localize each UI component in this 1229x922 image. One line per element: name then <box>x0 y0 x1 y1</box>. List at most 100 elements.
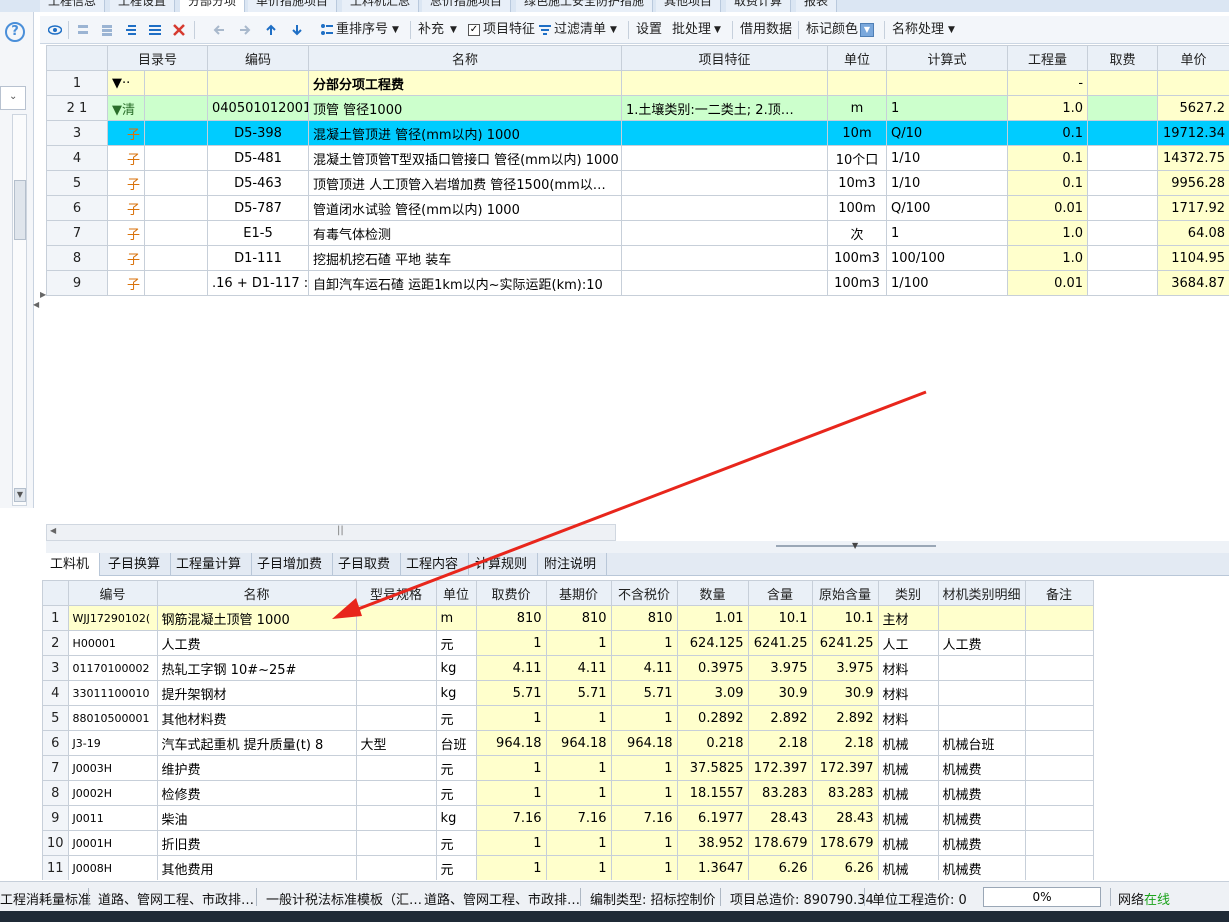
cell-name[interactable]: 热轧工字钢 10#~25# <box>156 655 357 681</box>
table-row[interactable]: 5 子 D5-463 顶管顶进 人工顶管入岩增加费 管径1500(mm以… 10… <box>46 170 1229 196</box>
chevron-down-icon[interactable]: ▼ <box>860 23 874 37</box>
cell-cat[interactable]: 材料 <box>877 680 939 706</box>
tab-other-items[interactable]: 其他项目 <box>656 0 722 12</box>
cell-detail[interactable]: 人工费 <box>937 630 1026 656</box>
tab-item-fee[interactable]: 子目取费 <box>328 553 402 576</box>
cell-base[interactable]: 1 <box>545 830 612 856</box>
cell-content[interactable]: 178.679 <box>747 830 813 856</box>
tree-node[interactable]: 子 <box>107 145 145 171</box>
tab-unit-measures[interactable]: 单价措施项目 <box>248 0 338 12</box>
cell-code[interactable]: WJJ17290102( <box>67 605 158 631</box>
cell-fee[interactable]: 1 <box>475 630 547 656</box>
cell-spec[interactable] <box>355 805 437 831</box>
chevron-down-icon[interactable]: ▼ <box>392 20 399 40</box>
cell-cat[interactable]: 机械 <box>877 730 939 756</box>
cell-name[interactable]: 折旧费 <box>156 830 357 856</box>
cell-notax[interactable]: 1 <box>610 705 678 731</box>
table-row-selected[interactable]: 3 子 D5-398 混凝土管顶进 管径(mm以内) 1000 10m Q/10… <box>46 120 1229 146</box>
tab-notes[interactable]: 附注说明 <box>534 553 608 576</box>
cell-fee[interactable]: 1 <box>475 855 547 880</box>
cell-cat[interactable]: 主材 <box>877 605 939 631</box>
cell-notax[interactable]: 1 <box>610 830 678 856</box>
chevron-down-icon[interactable]: ▼ <box>450 20 457 40</box>
tab-qty-calc[interactable]: 工程量计算 <box>166 553 253 576</box>
col-header-fee[interactable]: 取费 <box>1087 45 1159 71</box>
insert-sub-icon[interactable] <box>100 23 114 37</box>
cell-content[interactable]: 83.283 <box>747 780 813 806</box>
cell-content[interactable]: 172.397 <box>747 755 813 781</box>
tab-item-surcharge[interactable]: 子目增加费 <box>247 553 334 576</box>
cell-base[interactable]: 1 <box>545 855 612 880</box>
cell-content[interactable]: 6241.25 <box>747 630 813 656</box>
delete-icon[interactable] <box>172 23 186 37</box>
table-row[interactable]: 4 33011100010 提升架钢材 kg 5.71 5.71 5.71 3.09 30.9 3… <box>42 680 1094 706</box>
cell-base[interactable]: 1 <box>545 630 612 656</box>
cell-qty[interactable]: 3.09 <box>676 680 749 706</box>
tab-work-content[interactable]: 工程内容 <box>396 553 470 576</box>
cell-code[interactable]: J0003H <box>67 755 158 781</box>
cell-fee[interactable]: 1 <box>475 830 547 856</box>
borrow-data-button[interactable]: 借用数据 <box>740 20 792 40</box>
cell-note[interactable] <box>1024 830 1094 856</box>
table-row[interactable]: 9 J0011 柴油 kg 7.16 7.16 7.16 6.1977 28.43 28.43 机械… <box>42 805 1094 831</box>
list-icon[interactable] <box>148 23 162 37</box>
cell-base[interactable]: 810 <box>545 605 612 631</box>
cell-unit[interactable]: kg <box>435 680 477 706</box>
chevron-down-icon[interactable]: ▼ <box>610 20 617 40</box>
cell-code[interactable]: 33011100010 <box>67 680 158 706</box>
col-header-feature[interactable]: 项目特征 <box>621 45 829 71</box>
cell-code[interactable]: J0002H <box>67 780 158 806</box>
tree-node[interactable]: 子 <box>107 270 145 296</box>
tab-project-info[interactable]: 工程信息 <box>40 0 106 12</box>
table-row[interactable]: 4 子 D5-481 混凝土管顶管T型双插口管接口 管径(mm以内) 1000 … <box>46 145 1229 171</box>
table-row[interactable]: 8 子 D1-111 挖掘机挖石碴 平地 装车 100m3 100/100 1.… <box>46 245 1229 271</box>
reorder-button[interactable]: 重排序号 <box>336 20 388 40</box>
col-header-orig-content[interactable]: 原始含量 <box>811 580 879 606</box>
arrow-up-icon[interactable] <box>264 23 278 37</box>
cell-unit[interactable]: 元 <box>435 780 477 806</box>
cell-notax[interactable]: 964.18 <box>610 730 678 756</box>
table-row[interactable]: 10 J0001H 折旧费元 1 1 1 38.952 178.679 178.679 机械 机械费 <box>42 830 1094 856</box>
tab-fee-calc[interactable]: 取费计算 <box>726 0 792 12</box>
cell-note[interactable] <box>1024 630 1094 656</box>
table-row[interactable]: 11 J0008H 其他费用元 1 1 1 1.3647 6.26 6.26 机械 机械费 <box>42 855 1094 880</box>
cell-unit[interactable]: 元 <box>435 630 477 656</box>
cell-content[interactable]: 28.43 <box>747 805 813 831</box>
cell-name[interactable]: 钢筋混凝土顶管 1000 <box>156 605 357 631</box>
cell-detail[interactable] <box>937 680 1026 706</box>
col-header-quantity[interactable]: 数量 <box>676 580 749 606</box>
cell-content[interactable]: 2.18 <box>747 730 813 756</box>
cell-unit[interactable]: kg <box>435 655 477 681</box>
col-header-content[interactable]: 含量 <box>747 580 813 606</box>
cell-base[interactable]: 1 <box>545 780 612 806</box>
col-header-formula[interactable]: 计算式 <box>886 45 1009 71</box>
cell-code[interactable]: H00001 <box>67 630 158 656</box>
tab-materials[interactable]: 工料机 <box>40 553 101 576</box>
cell-name[interactable]: 维护费 <box>156 755 357 781</box>
cell-note[interactable] <box>1024 680 1094 706</box>
table-row[interactable]: 2 H00001 人工费元 1 1 1 624.125 6241.25 6241.25 人工 人工费 <box>42 630 1094 656</box>
table-row[interactable]: 2 1 ▼清 040501012001 顶管 管径1000 1.土壤类别:一二类… <box>46 95 1229 121</box>
tab-calc-rules[interactable]: 计算规则 <box>465 553 539 576</box>
left-combo[interactable]: ⌄ <box>0 86 26 110</box>
cell-note[interactable] <box>1024 855 1094 880</box>
table-row[interactable]: 6 子 D5-787 管道闭水试验 管径(mm以内) 1000 100m Q/1… <box>46 195 1229 221</box>
cell-orig[interactable]: 6.26 <box>811 855 879 880</box>
cell-notax[interactable]: 1 <box>610 780 678 806</box>
cell-detail[interactable]: 机械费 <box>937 830 1026 856</box>
tab-sub-items[interactable]: 分部分项 <box>180 0 246 12</box>
cell-cat[interactable]: 机械 <box>877 780 939 806</box>
cell-unit[interactable]: 元 <box>435 830 477 856</box>
col-header-notax-price[interactable]: 不含税价 <box>610 580 678 606</box>
col-header-price[interactable]: 单价 <box>1157 45 1229 71</box>
cell-fee[interactable]: 1 <box>475 705 547 731</box>
cell-name[interactable]: 其他材料费 <box>156 705 357 731</box>
cell-notax[interactable]: 5.71 <box>610 680 678 706</box>
arrow-left-icon[interactable] <box>212 23 226 37</box>
cell-detail[interactable]: 机械费 <box>937 780 1026 806</box>
cell-spec[interactable] <box>355 705 437 731</box>
cell-orig[interactable]: 3.975 <box>811 655 879 681</box>
pane-splitter[interactable]: ▼ <box>46 541 1229 553</box>
tab-project-settings[interactable]: 工程设置 <box>110 0 176 12</box>
cell-notax[interactable]: 4.11 <box>610 655 678 681</box>
